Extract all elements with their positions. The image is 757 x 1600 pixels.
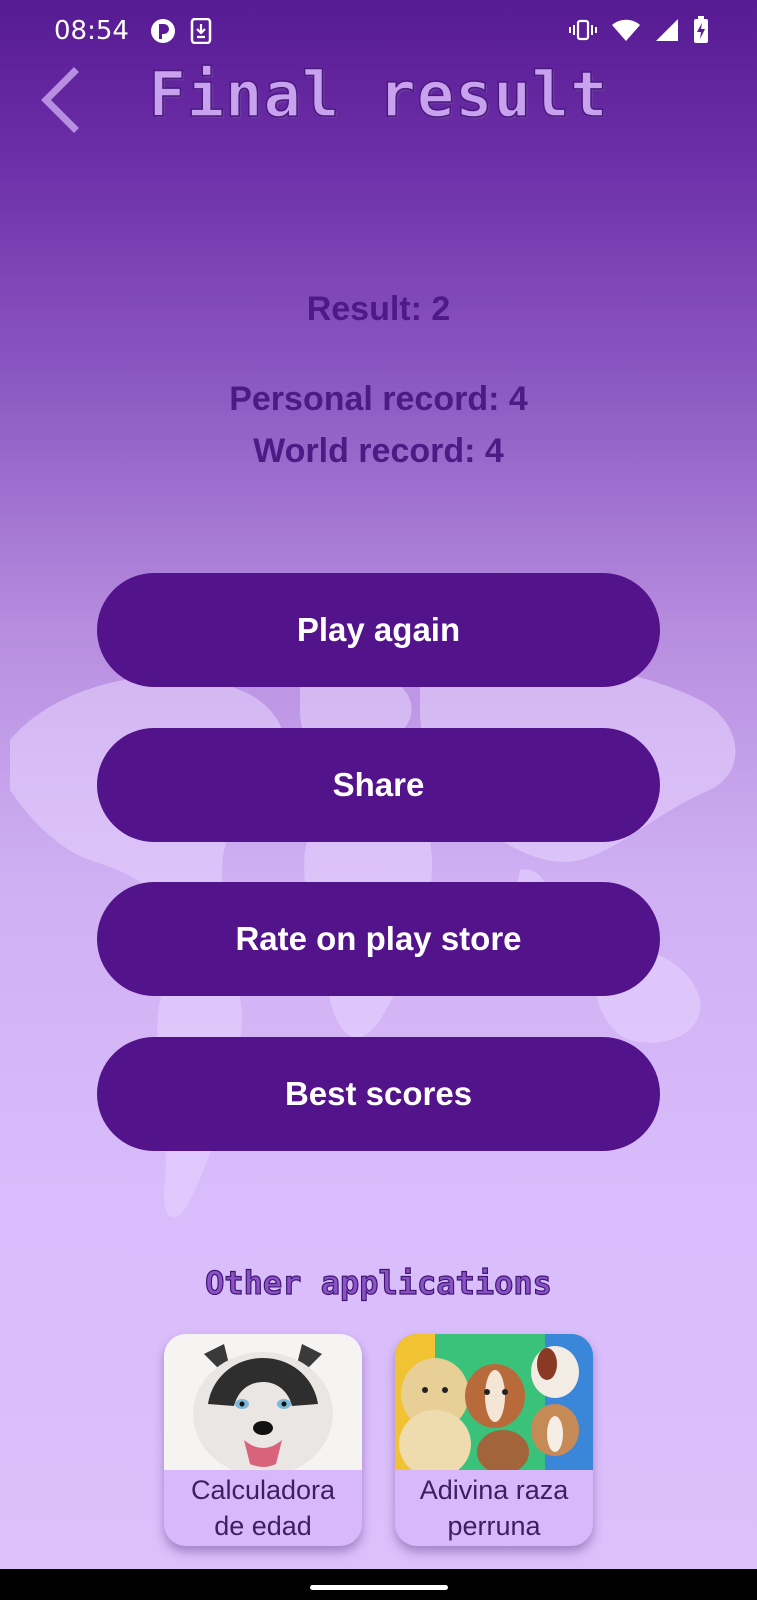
app-card-adivina-raza-perruna[interactable]: Adivina raza perruna <box>395 1334 593 1546</box>
app-card-label: Calculadora de edad <box>190 1475 336 1541</box>
home-indicator[interactable] <box>310 1585 448 1590</box>
app-card-calculadora-de-edad[interactable]: Calculadora de edad <box>164 1334 362 1546</box>
other-applications-title: Other applications <box>205 1263 553 1302</box>
status-right-icons <box>569 16 709 44</box>
world-record-text: World record: 4 <box>253 432 504 470</box>
status-time: 08:54 <box>54 16 129 46</box>
wifi-icon <box>612 19 640 41</box>
app-notification-icon <box>151 19 175 43</box>
battery-charging-icon <box>694 16 708 43</box>
app-card-label: Adivina raza perruna <box>419 1475 569 1541</box>
signal-icon <box>656 19 678 41</box>
personal-record-text: Personal record: 4 <box>229 380 528 418</box>
page-title: Final result <box>148 57 609 132</box>
status-bar: 08:54 <box>0 0 757 64</box>
play-again-button[interactable]: Play again <box>97 573 660 687</box>
vibrate-icon <box>569 19 597 41</box>
puppies-image <box>395 1334 593 1470</box>
result-text: Result: 2 <box>306 290 451 328</box>
share-button[interactable]: Share <box>97 728 660 842</box>
husky-dog-image <box>164 1334 362 1470</box>
rate-on-play-store-button[interactable]: Rate on play store <box>97 882 660 996</box>
download-icon <box>190 18 212 44</box>
status-left-icons <box>150 18 212 44</box>
best-scores-button[interactable]: Best scores <box>97 1037 660 1151</box>
